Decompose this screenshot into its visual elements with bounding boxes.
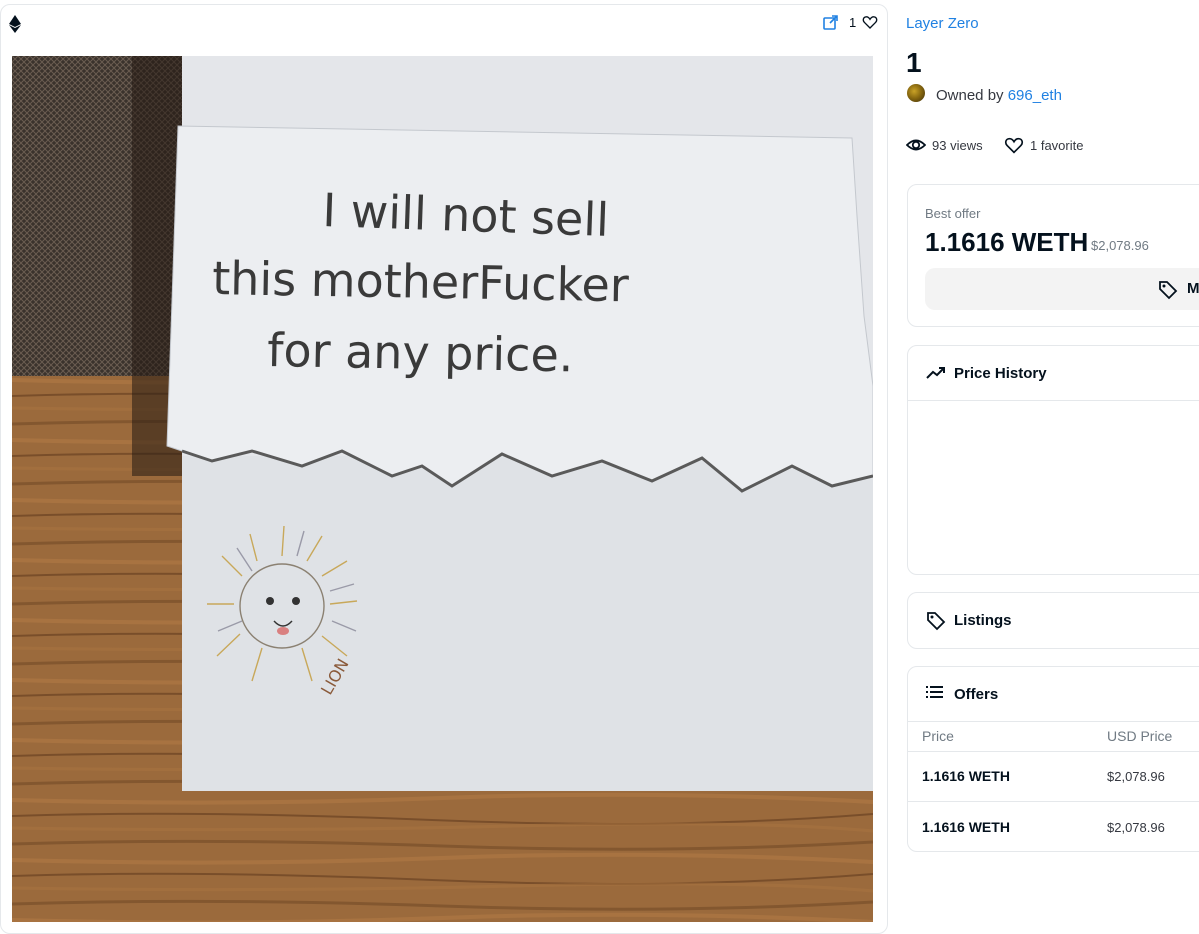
eye-icon [906,139,926,151]
external-link-icon[interactable] [823,15,838,30]
owner-link[interactable]: 696_eth [1008,87,1062,104]
collection-link[interactable]: Layer Zero [906,15,979,32]
favorite-heart-icon[interactable] [862,14,878,30]
best-offer-panel: Best offer 1.1616 WETH $2,078.96 M [907,184,1199,327]
best-offer-usd: $2,078.96 [1091,238,1149,253]
best-offer-amount: 1.1616 WETH [925,227,1089,257]
offers-header[interactable]: Offers [908,667,1199,722]
col-header-usd-price: USD Price [1107,728,1173,744]
offer-usd-price: $2,078.96 [1107,769,1165,784]
make-offer-button[interactable]: M [925,268,1199,310]
divider [908,801,1199,802]
divider [908,751,1199,752]
token-title: 1 [906,47,922,78]
listings-panel: Listings [907,592,1199,649]
list-icon [926,686,943,698]
favorite-count: 1 [849,15,857,30]
price-history-panel: Price History [907,345,1199,575]
owner-prefix: Owned by [936,87,1004,104]
best-offer-label: Best offer [925,206,981,221]
offer-price: 1.1616 WETH [922,768,1010,784]
price-history-header[interactable]: Price History [908,346,1199,401]
media-toolbar: 1 [1,5,887,43]
price-history-title: Price History [954,365,1047,382]
artwork-line-2: this motherFucker [212,251,629,312]
artwork-line-1: I will not sell [322,183,610,247]
trending-up-icon [926,367,945,379]
ethereum-icon [9,15,21,33]
owner-row: Owned by 696_eth [936,87,1062,104]
artwork-line-3: for any price. [267,323,574,382]
offers-title: Offers [954,686,999,703]
listings-header[interactable]: Listings [908,593,1199,648]
views-count: 93 views [932,138,983,153]
listings-title: Listings [954,612,1012,629]
offer-usd-price: $2,078.96 [1107,820,1165,835]
offer-price: 1.1616 WETH [922,819,1010,835]
tag-icon [1159,281,1178,300]
heart-outline-icon [1004,137,1024,154]
favorites-count: 1 favorite [1030,138,1084,153]
tag-icon [927,612,946,631]
artwork-image: I will not sell this motherFucker for an… [12,56,873,922]
offers-panel: Offers Price USD Price 1.1616 WETH $2,07… [907,666,1199,852]
owner-avatar[interactable] [907,84,925,102]
make-offer-label: M [1187,280,1199,297]
col-header-price: Price [922,728,954,744]
nft-artwork[interactable]: I will not sell this motherFucker for an… [12,56,873,922]
media-card: 1 I will not sell this motherFucker for … [0,4,888,934]
